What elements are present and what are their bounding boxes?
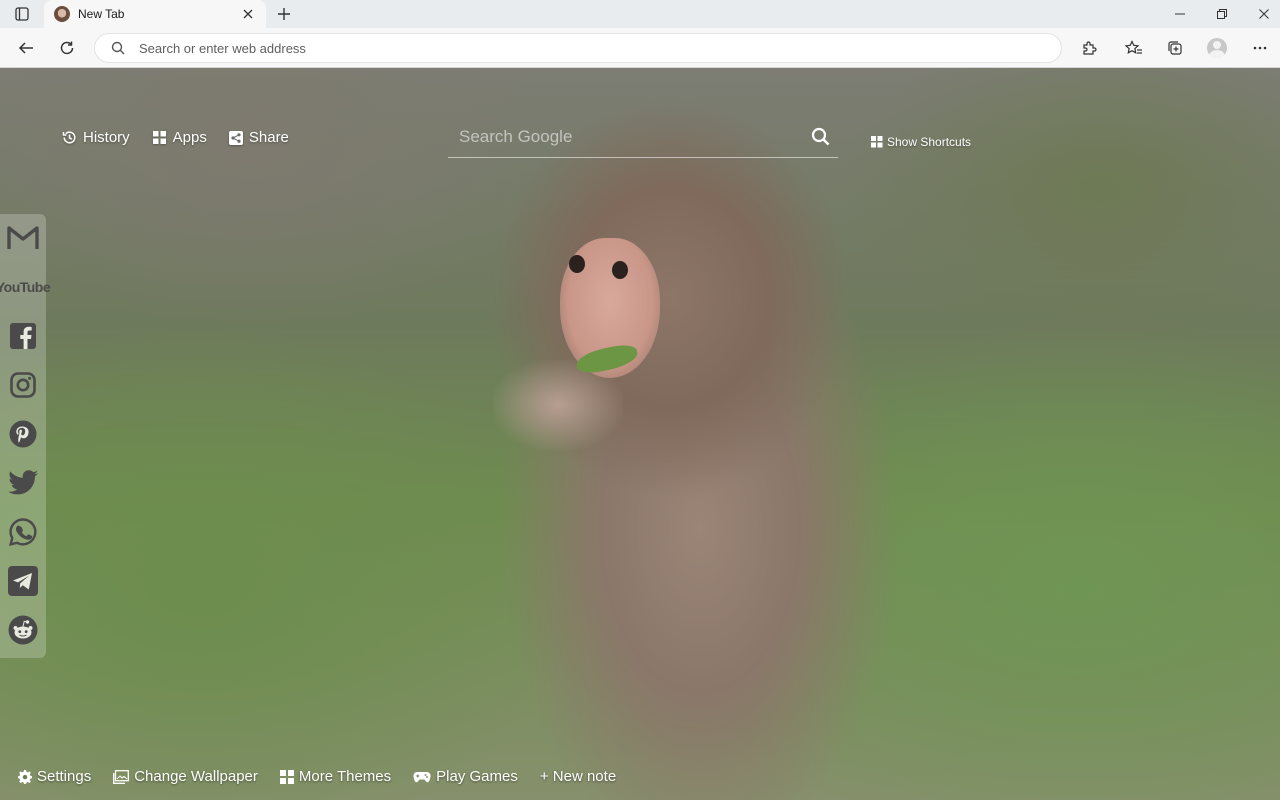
minimize-button[interactable]	[1158, 0, 1202, 28]
instagram-link[interactable]	[0, 365, 46, 405]
address-bar[interactable]	[94, 33, 1062, 63]
reddit-link[interactable]	[0, 610, 46, 650]
share-link[interactable]: Share	[228, 129, 289, 146]
new-tab-button[interactable]	[272, 3, 296, 25]
show-shortcuts-label: Show Shortcuts	[887, 135, 972, 149]
youtube-icon: YouTube	[0, 279, 51, 295]
monkey-eye	[612, 261, 628, 279]
settings-link[interactable]: Settings	[18, 768, 91, 785]
monkey-hands	[493, 360, 623, 450]
new-note-link[interactable]: + New note	[540, 768, 616, 785]
reddit-icon	[8, 615, 38, 645]
close-icon	[1259, 9, 1269, 19]
more-menu-button[interactable]	[1246, 34, 1274, 62]
address-input[interactable]	[139, 40, 1019, 56]
extensions-button[interactable]	[1075, 34, 1103, 62]
favorites-button[interactable]	[1120, 34, 1148, 62]
grid-icon	[871, 136, 883, 148]
profile-button[interactable]	[1203, 34, 1231, 62]
collections-button[interactable]	[1161, 34, 1189, 62]
whatsapp-link[interactable]	[0, 512, 46, 552]
telegram-icon	[8, 566, 38, 596]
monkey-eye	[569, 255, 585, 273]
wallpaper-image	[0, 68, 1280, 800]
history-label: History	[83, 129, 130, 146]
social-sidebar: YouTube	[0, 214, 51, 658]
close-window-button[interactable]	[1242, 0, 1280, 28]
play-games-label: Play Games	[436, 768, 518, 785]
gear-icon	[18, 769, 32, 784]
google-search-button[interactable]	[802, 119, 838, 155]
gamepad-icon	[413, 771, 431, 782]
plus-icon	[278, 8, 290, 20]
more-dots-icon	[1253, 46, 1267, 50]
change-wallpaper-label: Change Wallpaper	[134, 768, 258, 785]
share-label: Share	[248, 129, 289, 146]
apps-link[interactable]: Apps	[152, 129, 207, 146]
close-tab-button[interactable]	[240, 6, 256, 22]
close-icon	[243, 9, 253, 19]
gmail-link[interactable]	[0, 218, 46, 258]
gmail-icon	[7, 226, 39, 249]
new-tab-page: History Apps Share Show Shortcuts YouTub…	[0, 68, 1280, 800]
collections-icon	[1168, 41, 1182, 55]
history-link[interactable]: History	[62, 129, 130, 146]
more-themes-link[interactable]: More Themes	[279, 768, 392, 785]
grid-icon	[279, 769, 294, 784]
apps-grid-icon	[152, 131, 166, 144]
new-note-label: + New note	[539, 768, 617, 785]
pinterest-link[interactable]	[0, 414, 46, 454]
whatsapp-icon	[8, 518, 37, 547]
search-icon	[109, 39, 127, 57]
refresh-icon	[60, 41, 74, 55]
avatar	[1207, 38, 1227, 58]
show-shortcuts-button[interactable]: Show Shortcuts	[871, 135, 971, 149]
google-search-input[interactable]	[448, 126, 802, 147]
tab-title: New Tab	[78, 7, 125, 21]
twitter-link[interactable]	[0, 463, 46, 503]
twitter-icon	[8, 470, 38, 495]
tab-actions-button[interactable]	[8, 4, 36, 24]
image-icon	[113, 769, 130, 784]
google-search-box	[448, 116, 838, 158]
restore-button[interactable]	[1200, 0, 1244, 28]
tab-actions-icon	[15, 7, 29, 21]
tab-strip: New Tab	[0, 0, 1280, 28]
back-button[interactable]	[12, 34, 40, 62]
tab-new-tab[interactable]: New Tab	[44, 0, 266, 28]
minimize-icon	[1175, 13, 1185, 15]
play-games-link[interactable]: Play Games	[413, 768, 518, 785]
star-list-icon	[1125, 40, 1142, 54]
browser-toolbar	[0, 28, 1280, 68]
pinterest-icon	[9, 420, 37, 448]
apps-label: Apps	[172, 129, 207, 146]
instagram-icon	[10, 372, 36, 398]
bottom-bar: Settings Change Wallpaper More Themes Pl…	[18, 768, 616, 785]
puzzle-icon	[1083, 41, 1097, 55]
restore-icon	[1217, 9, 1227, 19]
facebook-icon	[10, 323, 36, 349]
telegram-link[interactable]	[0, 561, 46, 601]
top-links: History Apps Share	[62, 129, 289, 146]
share-icon	[228, 130, 243, 145]
facebook-link[interactable]	[0, 316, 46, 356]
more-themes-label: More Themes	[298, 768, 392, 785]
refresh-button[interactable]	[53, 34, 81, 62]
search-icon	[811, 127, 829, 146]
back-arrow-icon	[18, 42, 33, 54]
history-icon	[62, 131, 76, 144]
settings-label: Settings	[37, 768, 92, 785]
change-wallpaper-link[interactable]: Change Wallpaper	[113, 768, 258, 785]
youtube-link[interactable]: YouTube	[0, 267, 51, 307]
monkey-favicon-icon	[54, 6, 70, 22]
